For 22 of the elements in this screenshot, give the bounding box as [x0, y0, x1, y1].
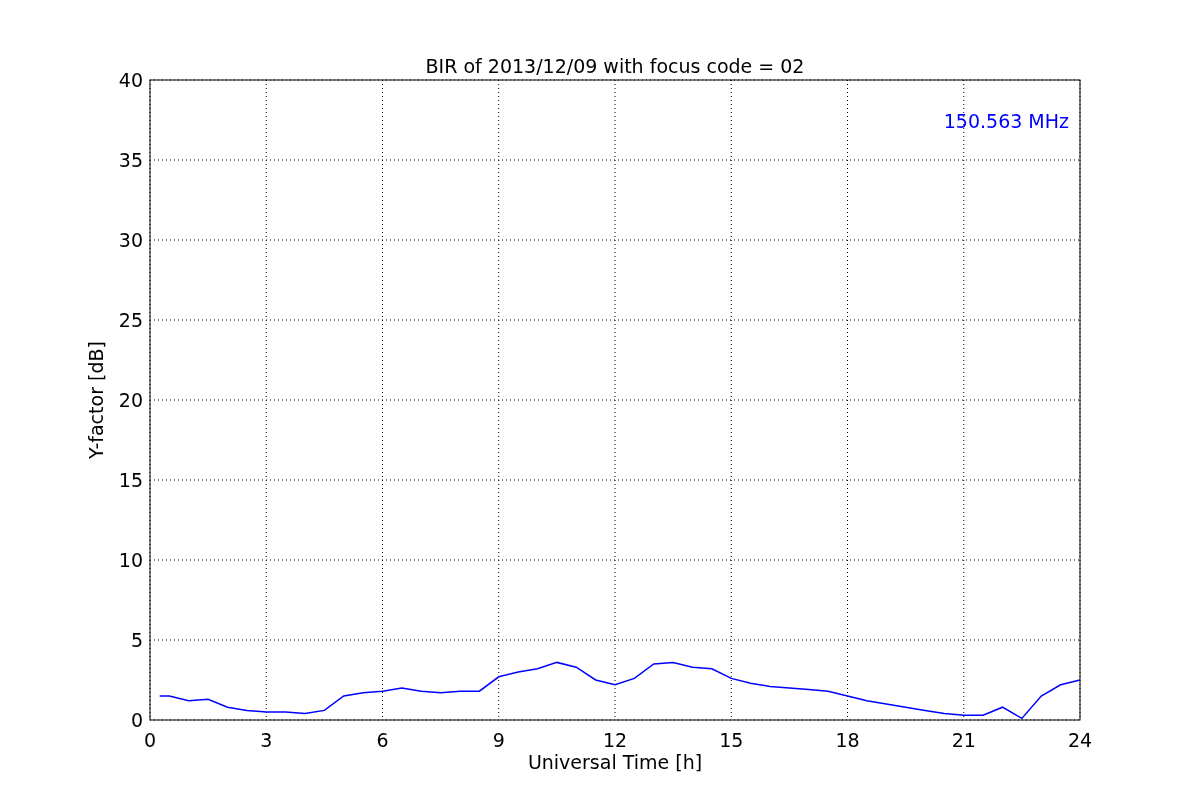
- y-tick-label: 25: [118, 309, 143, 331]
- x-axis-label: Universal Time [h]: [527, 751, 703, 773]
- x-tick-label: 15: [719, 729, 744, 751]
- y-tick-label: 5: [130, 629, 143, 651]
- y-tick-label: 0: [130, 709, 143, 731]
- x-tick-label: 3: [260, 729, 273, 751]
- x-tick-label: 0: [143, 729, 157, 751]
- x-tick-label: 9: [492, 729, 505, 751]
- chart-title: BIR of 2013/12/09 with focus code = 02: [425, 55, 805, 77]
- y-tick-label: 40: [118, 69, 143, 91]
- y-tick-label: 35: [118, 149, 143, 171]
- x-tick-label: 6: [376, 729, 389, 751]
- y-tick-label: 20: [118, 389, 143, 411]
- y-axis-label: Y-factor [dB]: [85, 341, 107, 459]
- y-tick-label: 30: [118, 229, 143, 251]
- x-tick-label: 18: [835, 729, 860, 751]
- x-tick-label: 21: [951, 729, 976, 751]
- y-tick-label: 10: [118, 549, 143, 571]
- x-tick-label: 12: [602, 729, 628, 751]
- series-label: 150.563 MHz: [943, 110, 1069, 132]
- x-tick-label: 24: [1067, 729, 1093, 751]
- y-tick-label: 15: [118, 469, 143, 491]
